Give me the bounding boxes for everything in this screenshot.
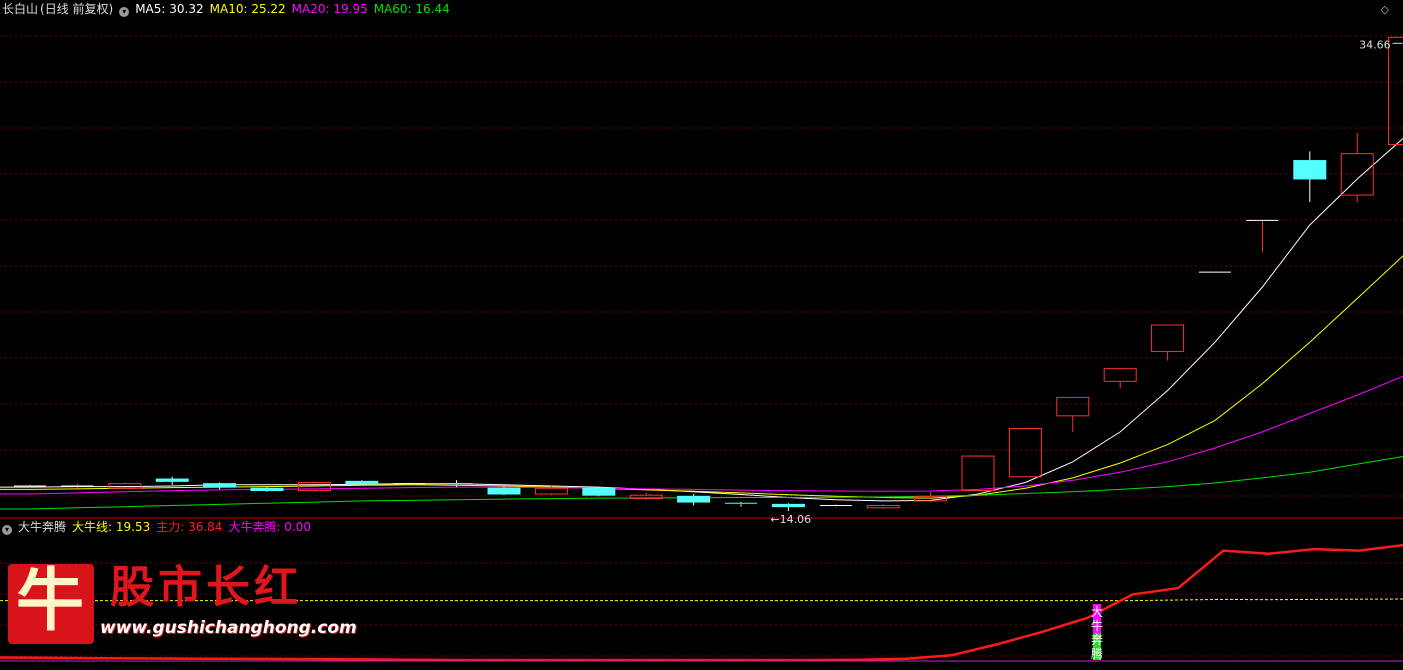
- candle-body: [1103, 368, 1137, 382]
- candle-body: [582, 487, 616, 496]
- candle-body: [487, 487, 521, 495]
- candle-body: [1056, 396, 1090, 417]
- logo-glyph: 牛: [16, 561, 85, 641]
- candle-body: [108, 483, 142, 489]
- low-price-label: ←14.06: [770, 513, 811, 526]
- ma-line-ma20: [0, 375, 1403, 495]
- watermark-logo: 牛 股市长红 www.gushichanghong.com: [0, 560, 357, 650]
- high-price-label: 34.66: [1359, 38, 1391, 51]
- candle-body: [534, 487, 568, 495]
- candle-body: [1008, 427, 1042, 478]
- candle-body: [250, 487, 284, 492]
- candle-body: [345, 480, 379, 485]
- candle-body: [866, 505, 900, 509]
- logo-title: 股市长红: [110, 562, 302, 613]
- candle-body: [677, 495, 711, 503]
- signal-char: 奔: [1091, 633, 1103, 647]
- ma-line-ma5: [0, 137, 1403, 502]
- candle-body: [155, 478, 189, 482]
- logo-url: www.gushichanghong.com: [100, 618, 357, 638]
- signal-char: 大: [1091, 605, 1103, 619]
- signal-char: 腾: [1091, 646, 1103, 661]
- candle-body: [771, 503, 805, 508]
- signal-char: 牛: [1091, 618, 1103, 633]
- candle-body: [1151, 324, 1185, 352]
- ma-line-ma10: [0, 255, 1403, 499]
- candle-body: [1293, 160, 1327, 180]
- candle-body: [203, 483, 237, 488]
- candle-body: [961, 455, 995, 492]
